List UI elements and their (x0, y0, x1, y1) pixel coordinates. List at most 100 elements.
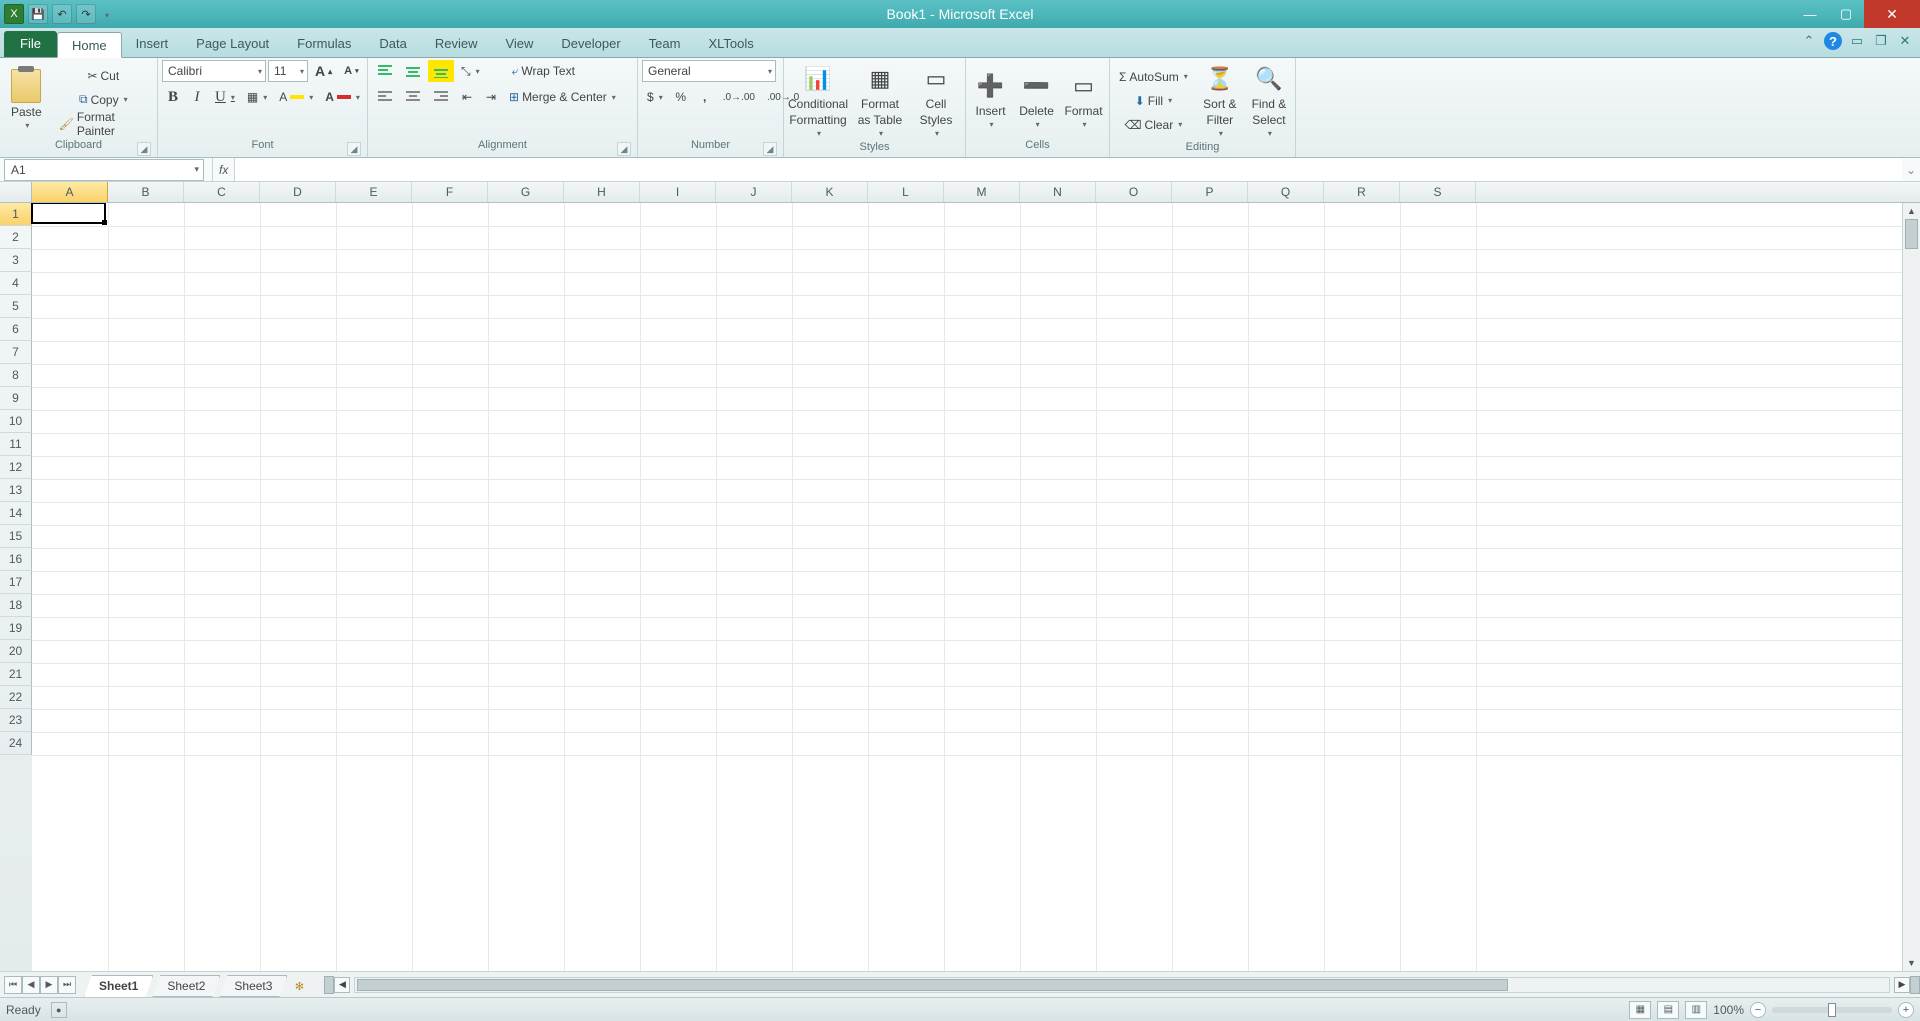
column-header[interactable]: H (564, 182, 640, 202)
ribbon-tab-xltools[interactable]: XLTools (694, 31, 767, 57)
number-launcher[interactable]: ◢ (763, 142, 777, 156)
find-select-button[interactable]: 🔍Find &Select (1247, 60, 1291, 141)
row-header[interactable]: 14 (0, 502, 32, 525)
row-header[interactable]: 5 (0, 295, 32, 318)
insert-cells-button[interactable]: ➕Insert (970, 67, 1011, 132)
formula-input[interactable] (235, 158, 1902, 181)
format-as-table-button[interactable]: ▦ Formatas Table (853, 60, 907, 141)
conditional-formatting-button[interactable]: 📊 ConditionalFormatting (788, 60, 848, 141)
font-size-combo[interactable]: 11 (268, 60, 308, 82)
autosum-button[interactable]: ΣAutoSum (1114, 66, 1193, 88)
ribbon-tab-view[interactable]: View (491, 31, 547, 57)
wrap-text-button[interactable]: ⤶Wrap Text (507, 60, 580, 82)
ribbon-tab-team[interactable]: Team (635, 31, 695, 57)
restore-window-icon[interactable]: ❐ (1872, 32, 1890, 50)
column-header[interactable]: I (640, 182, 716, 202)
format-cells-button[interactable]: ▭Format (1062, 67, 1105, 132)
copy-button[interactable]: ⧉Copy (54, 89, 153, 111)
grow-font-button[interactable]: A▴ (310, 60, 337, 82)
font-launcher[interactable]: ◢ (347, 142, 361, 156)
ribbon-tab-developer[interactable]: Developer (547, 31, 634, 57)
row-header[interactable]: 23 (0, 709, 32, 732)
row-header[interactable]: 15 (0, 525, 32, 548)
save-icon[interactable]: 💾 (28, 4, 48, 24)
column-header[interactable]: C (184, 182, 260, 202)
row-header[interactable]: 11 (0, 433, 32, 456)
alignment-launcher[interactable]: ◢ (617, 142, 631, 156)
page-layout-view-button[interactable]: ▤ (1657, 1001, 1679, 1019)
shrink-font-button[interactable]: A▾ (339, 60, 363, 82)
font-color-button[interactable]: A (320, 86, 365, 108)
row-header[interactable]: 1 (0, 203, 32, 226)
comma-format-button[interactable]: , (694, 86, 716, 108)
normal-view-button[interactable]: ▦ (1629, 1001, 1651, 1019)
sheet-last-button[interactable]: ⏭ (58, 976, 76, 994)
font-name-combo[interactable]: Calibri (162, 60, 266, 82)
row-header[interactable]: 3 (0, 249, 32, 272)
row-header[interactable]: 8 (0, 364, 32, 387)
increase-indent-button[interactable]: ⇥ (480, 86, 502, 108)
row-header[interactable]: 4 (0, 272, 32, 295)
vscroll-thumb[interactable] (1905, 219, 1918, 249)
scroll-up-arrow[interactable]: ▲ (1903, 203, 1920, 219)
column-header[interactable]: P (1172, 182, 1248, 202)
paste-button[interactable]: Paste (4, 66, 49, 133)
zoom-percent[interactable]: 100% (1713, 1003, 1744, 1017)
close-button[interactable]: ✕ (1864, 0, 1920, 28)
delete-cells-button[interactable]: ➖Delete (1016, 67, 1057, 132)
ribbon-tab-review[interactable]: Review (421, 31, 492, 57)
row-header[interactable]: 19 (0, 617, 32, 640)
row-header[interactable]: 21 (0, 663, 32, 686)
vertical-scrollbar[interactable]: ▲ ▼ (1902, 203, 1920, 971)
clear-button[interactable]: ⌫Clear (1114, 114, 1193, 136)
column-header[interactable]: K (792, 182, 868, 202)
align-top-button[interactable] (372, 60, 398, 82)
column-header[interactable]: F (412, 182, 488, 202)
hsplit-handle[interactable] (1910, 976, 1920, 994)
row-header[interactable]: 12 (0, 456, 32, 479)
row-header[interactable]: 2 (0, 226, 32, 249)
column-header[interactable]: J (716, 182, 792, 202)
row-header[interactable]: 16 (0, 548, 32, 571)
percent-format-button[interactable]: % (670, 86, 692, 108)
row-header[interactable]: 18 (0, 594, 32, 617)
horizontal-scrollbar[interactable] (354, 977, 1890, 993)
column-header[interactable]: D (260, 182, 336, 202)
macro-record-icon[interactable]: ● (51, 1002, 67, 1018)
close-workbook-icon[interactable]: ✕ (1896, 32, 1914, 50)
ribbon-minimize-caret-icon[interactable]: ⌃ (1800, 32, 1818, 50)
orientation-button[interactable]: ⤡ (456, 60, 485, 82)
row-header[interactable]: 22 (0, 686, 32, 709)
ribbon-tab-insert[interactable]: Insert (122, 31, 183, 57)
column-header[interactable]: O (1096, 182, 1172, 202)
cut-button[interactable]: ✂Cut (54, 65, 153, 87)
column-header[interactable]: Q (1248, 182, 1324, 202)
fill-button[interactable]: ⬇Fill (1114, 90, 1193, 112)
row-header[interactable]: 24 (0, 732, 32, 755)
column-header[interactable]: E (336, 182, 412, 202)
new-sheet-button[interactable]: ✻ (286, 977, 312, 993)
file-tab[interactable]: File (4, 31, 57, 57)
number-format-combo[interactable]: General (642, 60, 776, 82)
zoom-slider[interactable] (1772, 1007, 1892, 1013)
ribbon-tab-formulas[interactable]: Formulas (283, 31, 365, 57)
hscroll-right-arrow[interactable]: ▶ (1894, 977, 1910, 993)
formula-expand-button[interactable]: ⌄ (1902, 163, 1920, 177)
sheet-tab[interactable]: Sheet2 (152, 975, 220, 997)
ribbon-minimize-icon[interactable]: ▭ (1848, 32, 1866, 50)
decrease-indent-button[interactable]: ⇤ (456, 86, 478, 108)
format-painter-button[interactable]: 🖌Format Painter (54, 113, 153, 135)
fx-label[interactable]: fx (212, 158, 235, 181)
zoom-in-button[interactable]: + (1898, 1002, 1914, 1018)
cell-styles-button[interactable]: ▭ CellStyles (912, 60, 960, 141)
select-all-corner[interactable] (0, 182, 32, 202)
column-header[interactable]: N (1020, 182, 1096, 202)
page-break-view-button[interactable]: ▥ (1685, 1001, 1707, 1019)
column-header[interactable]: R (1324, 182, 1400, 202)
column-header[interactable]: M (944, 182, 1020, 202)
tab-split-handle[interactable] (324, 976, 334, 994)
cells-area[interactable] (32, 203, 1902, 971)
help-icon[interactable]: ? (1824, 32, 1842, 50)
align-middle-button[interactable] (400, 60, 426, 82)
fill-color-button[interactable]: A (274, 86, 318, 108)
